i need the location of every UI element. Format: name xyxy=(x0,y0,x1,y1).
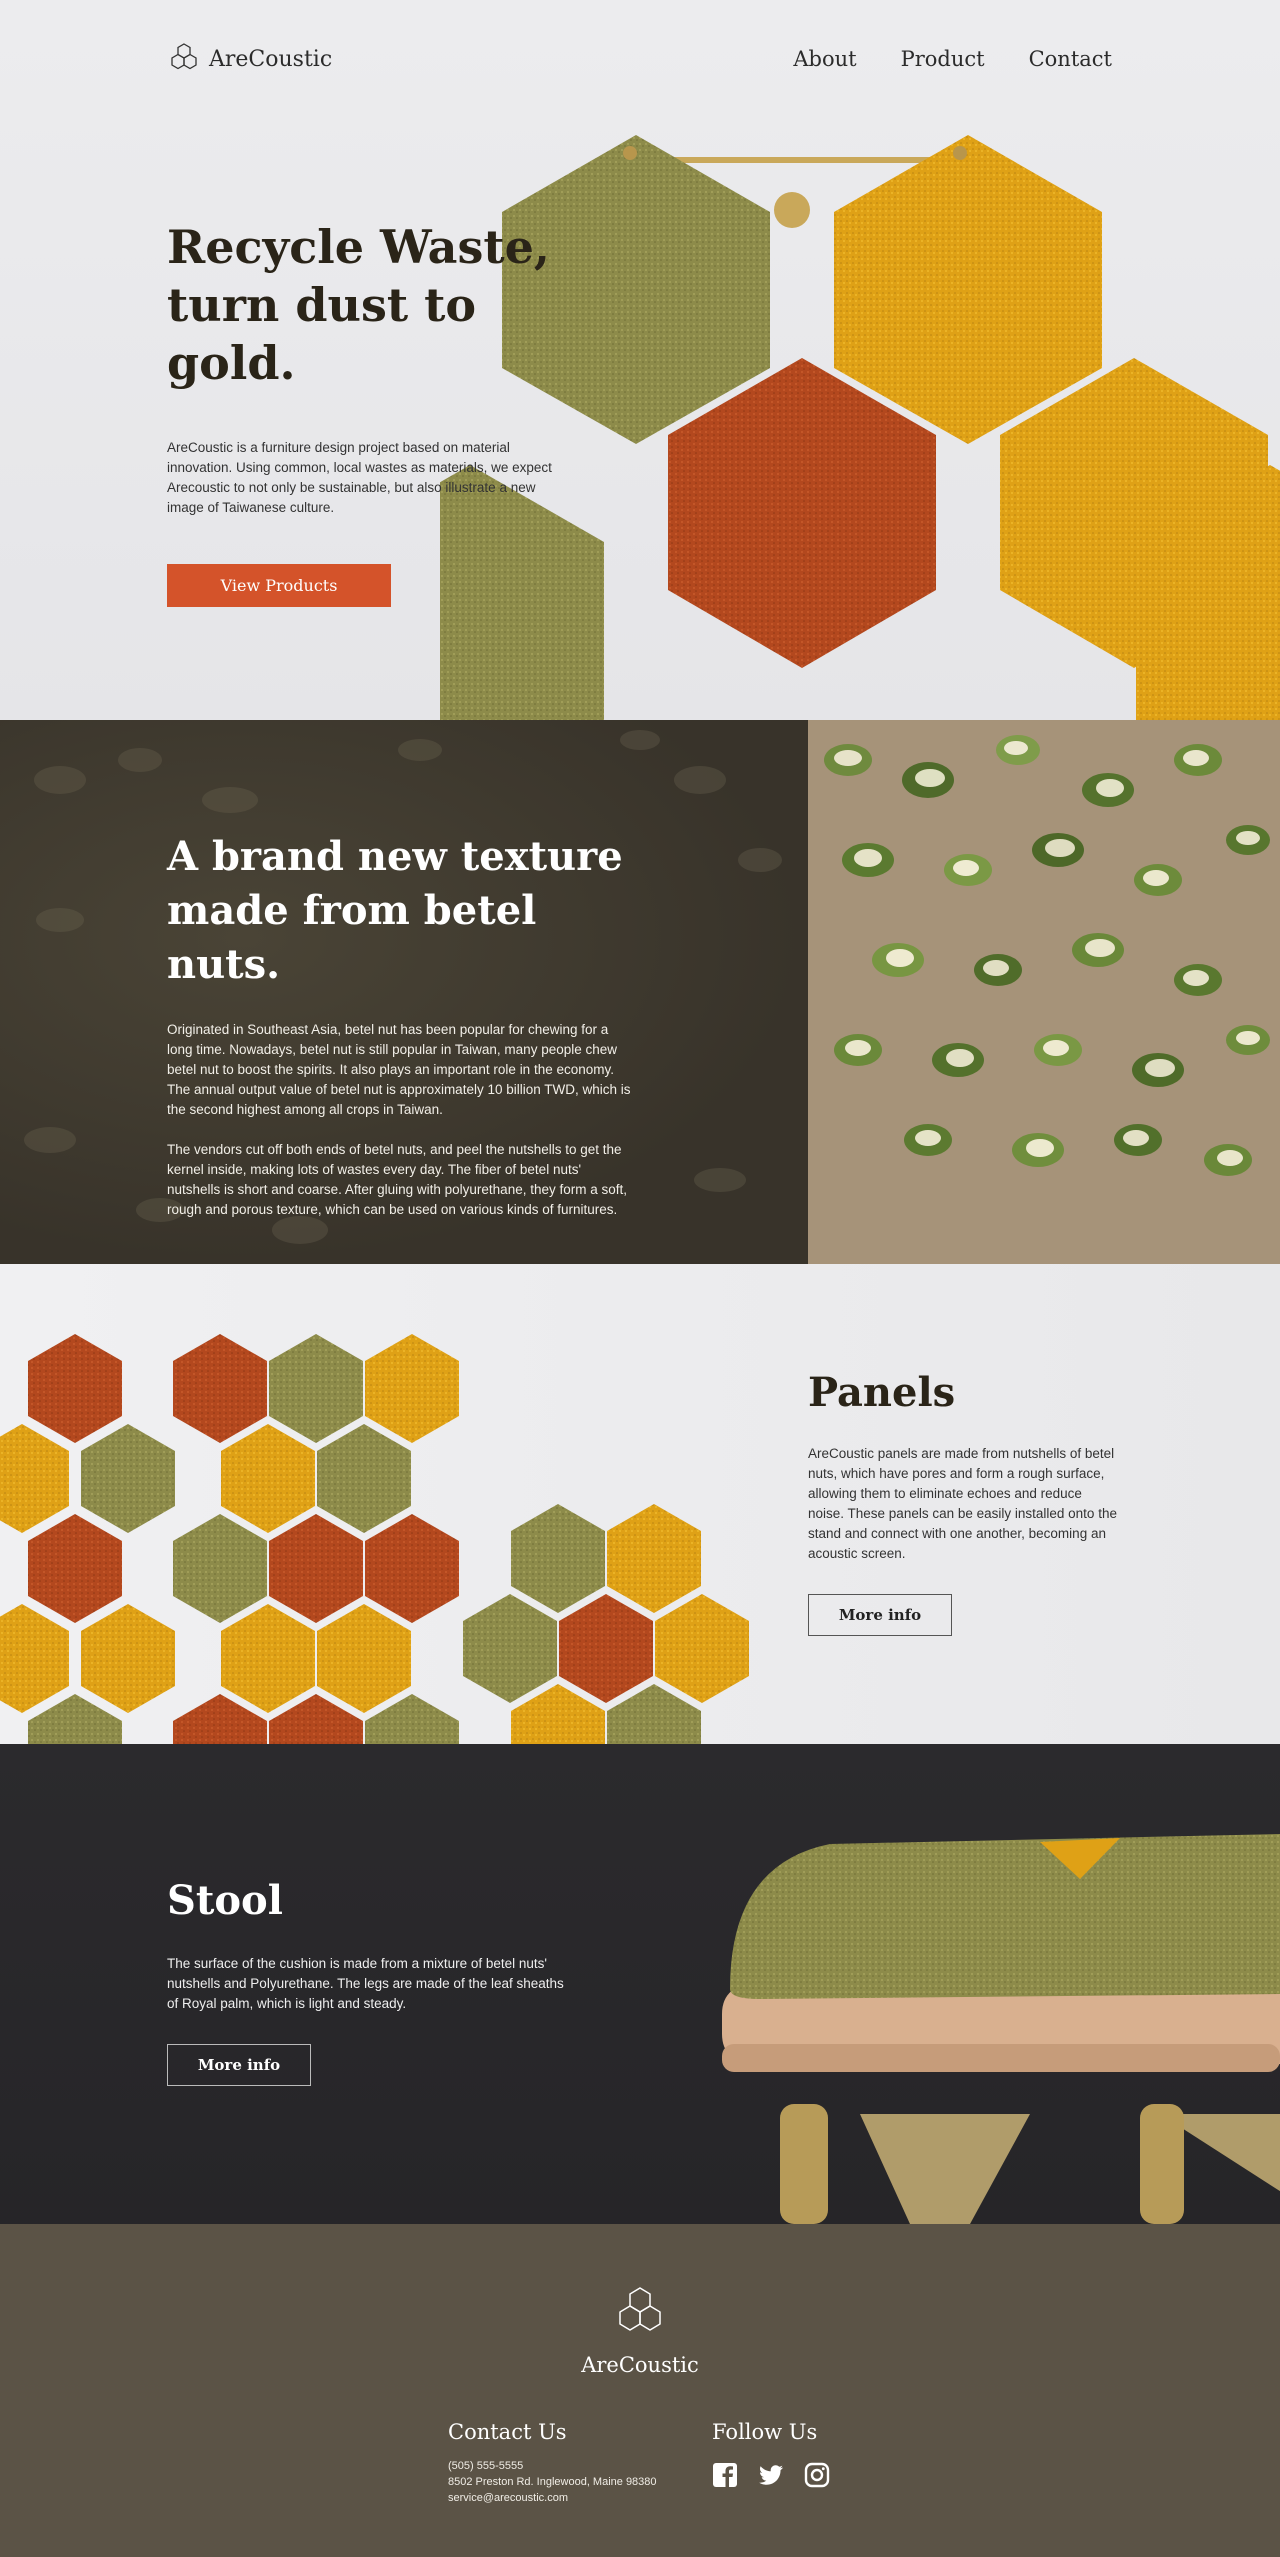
footer-brand-name: AreCoustic xyxy=(581,2353,699,2377)
panels-content: Panels AreCoustic panels are made from n… xyxy=(808,1368,1118,1636)
hero-title-line2: turn dust to gold. xyxy=(167,278,477,390)
stool-image xyxy=(722,1834,1280,2224)
betel-content: A brand new texture made from betel nuts… xyxy=(167,830,637,1220)
betel-paragraph-2: The vendors cut off both ends of betel n… xyxy=(167,1142,627,1217)
stool-title: Stool xyxy=(167,1877,283,1924)
instagram-icon[interactable] xyxy=(804,2462,830,2488)
facebook-icon[interactable] xyxy=(712,2462,738,2488)
brand-name: AreCoustic xyxy=(209,46,333,72)
panels-description: AreCoustic panels are made from nutshell… xyxy=(808,1446,1117,1561)
view-products-button[interactable]: View Products xyxy=(167,564,391,607)
contact-list: (505) 555-5555 8502 Preston Rd. Inglewoo… xyxy=(448,2458,657,2506)
betel-title: A brand new texture made from betel nuts… xyxy=(167,830,637,992)
contact-address: 8502 Preston Rd. Inglewood, Maine 98380 xyxy=(448,2476,657,2488)
betel-nut-section: A brand new texture made from betel nuts… xyxy=(0,720,1280,1264)
stool-section: Stool The surface of the cushion is made… xyxy=(0,1744,1280,2224)
panels-section: Panels AreCoustic panels are made from n… xyxy=(0,1264,1280,1744)
nav-contact-link[interactable]: Contact xyxy=(1029,47,1112,71)
stool-content: Stool The surface of the cushion is made… xyxy=(167,1874,567,2086)
stool-more-info-button[interactable]: More info xyxy=(167,2044,311,2086)
contact-column: Contact Us (505) 555-5555 8502 Preston R… xyxy=(448,2420,657,2506)
betel-title-line2: made from betel nuts. xyxy=(167,887,537,988)
site-footer: AreCoustic Contact Us (505) 555-5555 850… xyxy=(0,2224,1280,2557)
hero-section: AreCoustic About Product Contact Recycle… xyxy=(0,0,1280,720)
betel-shells-photo xyxy=(808,720,1280,1264)
nav-about-link[interactable]: About xyxy=(793,47,856,71)
top-nav: AreCoustic About Product Contact xyxy=(0,0,1280,120)
stool-description: The surface of the cushion is made from … xyxy=(167,1956,564,2011)
nav-links: About Product Contact xyxy=(793,47,1112,71)
betel-paragraph-1: Originated in Southeast Asia, betel nut … xyxy=(167,1022,631,1117)
brand-logo[interactable]: AreCoustic xyxy=(167,42,332,76)
nav-product-link[interactable]: Product xyxy=(901,47,985,71)
hero-content: Recycle Waste, turn dust to gold. AreCou… xyxy=(167,218,597,607)
hero-title: Recycle Waste, turn dust to gold. xyxy=(167,218,597,392)
contact-phone[interactable]: (505) 555-5555 xyxy=(448,2458,657,2474)
twitter-icon[interactable] xyxy=(758,2462,784,2488)
contact-heading: Contact Us xyxy=(448,2420,567,2444)
hexagon-logo-icon xyxy=(619,2287,661,2331)
betel-shells-image xyxy=(808,720,1280,1264)
panels-more-info-button[interactable]: More info xyxy=(808,1594,952,1636)
hero-description: AreCoustic is a furniture design project… xyxy=(167,440,552,515)
panels-title: Panels xyxy=(808,1369,956,1416)
follow-heading: Follow Us xyxy=(712,2420,818,2444)
hero-title-line1: Recycle Waste, xyxy=(167,220,550,274)
betel-title-line1: A brand new texture xyxy=(167,833,623,880)
footer-logo[interactable]: AreCoustic xyxy=(0,2286,1280,2377)
contact-email[interactable]: service@arecoustic.com xyxy=(448,2490,657,2506)
acoustic-panels-image xyxy=(0,1334,749,1744)
social-links xyxy=(712,2462,830,2488)
follow-column: Follow Us xyxy=(712,2420,830,2488)
hexagon-logo-icon xyxy=(171,43,197,70)
